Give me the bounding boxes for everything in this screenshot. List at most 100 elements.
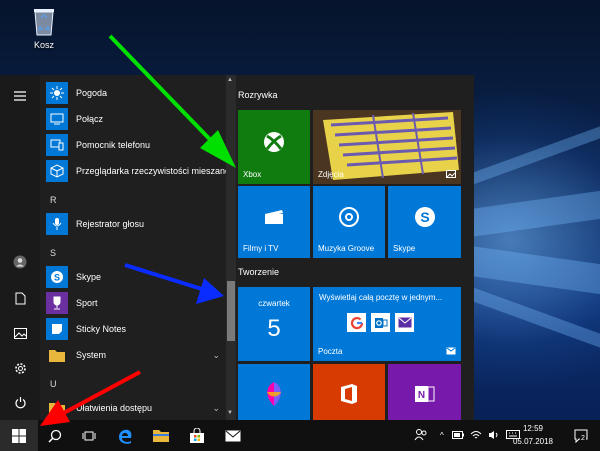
app-item-label: System (76, 350, 107, 360)
tile-skype[interactable]: S Skype (388, 186, 461, 258)
folder-icon (46, 397, 68, 419)
app-item-label: Pogoda (76, 88, 108, 98)
action-center-button[interactable]: 2 (566, 420, 596, 451)
phone-companion-icon (46, 134, 68, 156)
paint-3d-icon (262, 380, 286, 410)
app-item-label: Rejestrator głosu (76, 219, 145, 229)
outlook-icon (371, 313, 390, 332)
mixed-reality-icon (46, 160, 68, 182)
tile-onenote[interactable]: N (388, 364, 461, 420)
yahoo-mail-icon (395, 313, 414, 332)
sport-icon (46, 292, 68, 314)
clock-time: 12:59 (522, 424, 544, 433)
tile-group-title-rozrywka[interactable]: Rozrywka (238, 90, 278, 100)
app-item-sport[interactable]: Sport (46, 290, 226, 316)
chevron-down-icon[interactable]: ⌄ (212, 403, 220, 414)
app-item-rejestrator-glosu[interactable]: Rejestrator głosu (46, 211, 226, 237)
tile-group-title-tworzenie[interactable]: Tworzenie (238, 267, 279, 277)
tile-label: Poczta (318, 347, 343, 356)
hamburger-icon (14, 91, 26, 101)
tile-poczta[interactable]: Wyświetlaj całą pocztę w jednym... Poczt… (313, 287, 461, 361)
tile-filmy-i-tv[interactable]: Filmy i TV (238, 186, 310, 258)
start-rail (0, 75, 40, 420)
app-item-system[interactable]: System ⌄ (46, 342, 226, 368)
weather-icon (46, 82, 68, 104)
tile-label: Skype (393, 244, 416, 253)
volume-icon[interactable] (488, 430, 500, 442)
task-view-button[interactable] (72, 420, 106, 451)
store-icon (190, 427, 204, 443)
app-item-polacz[interactable]: Połącz (46, 106, 226, 132)
people-icon[interactable] (414, 428, 428, 444)
tile-muzyka-groove[interactable]: Muzyka Groove (313, 186, 385, 258)
system-tray: ^ (414, 420, 520, 451)
mail-icon (225, 430, 241, 441)
user-account-button[interactable] (0, 247, 40, 277)
search-button[interactable] (38, 420, 72, 451)
document-icon (15, 292, 25, 304)
store-button[interactable] (180, 420, 214, 451)
sticky-notes-icon (46, 318, 68, 340)
app-item-label: Połącz (76, 114, 104, 124)
office-icon (339, 383, 359, 407)
app-item-skype[interactable]: S Skype (46, 264, 226, 290)
chevron-up-icon[interactable]: ^ (440, 431, 444, 440)
app-item-mixed-reality-viewer[interactable]: Przeglądarka rzeczywistości mieszanej (46, 158, 232, 184)
section-letter-s[interactable]: S (50, 248, 56, 258)
documents-button[interactable] (0, 283, 40, 313)
tile-office[interactable] (313, 364, 385, 420)
movies-tv-icon (264, 209, 284, 227)
voice-recorder-icon (46, 213, 68, 235)
pictures-button[interactable] (0, 318, 40, 348)
tile-label: Xbox (243, 170, 262, 179)
expand-menu-button[interactable] (0, 81, 40, 111)
app-item-label: Przeglądarka rzeczywistości mieszanej (76, 166, 233, 176)
scrollbar-thumb[interactable] (227, 281, 235, 341)
calendar-day-name: czwartek (258, 299, 290, 308)
user-icon (13, 255, 27, 269)
file-explorer-button[interactable] (144, 420, 178, 451)
start-button[interactable] (0, 420, 38, 451)
edge-icon (119, 429, 132, 444)
clock-date: 05.07.2018 (512, 437, 554, 446)
app-item-pomocnik-telefonu[interactable]: Pomocnik telefonu (46, 132, 226, 158)
recycle-bin-icon (32, 6, 56, 36)
mail-button[interactable] (216, 420, 250, 451)
section-letter-u[interactable]: U (50, 379, 57, 389)
app-item-label: Skype (76, 272, 102, 282)
power-button[interactable] (0, 387, 40, 417)
tile-paint-3d[interactable] (238, 364, 310, 420)
settings-button[interactable] (0, 353, 40, 383)
tile-xbox[interactable]: Xbox (238, 110, 310, 184)
edge-button[interactable] (108, 420, 142, 451)
calendar-day-number: 5 (267, 315, 281, 342)
mail-tile-headline: Wyświetlaj całą pocztę w jednym... (319, 293, 443, 302)
svg-text:N: N (417, 390, 424, 401)
file-explorer-icon (153, 430, 169, 442)
app-list-scrollbar[interactable]: ▲ ▼ (226, 75, 236, 420)
app-item-label: Sticky Notes (76, 324, 127, 334)
scroll-up-arrow-icon[interactable]: ▲ (227, 77, 233, 83)
search-icon (48, 429, 62, 443)
wallpaper-beam (470, 190, 600, 238)
chevron-down-icon[interactable]: ⌄ (212, 350, 220, 361)
tile-kalendarz[interactable]: czwartek 5 (238, 287, 310, 361)
windows-logo-icon (12, 428, 26, 443)
app-item-label: Pomocnik telefonu (76, 140, 151, 150)
battery-icon[interactable] (451, 430, 464, 441)
wallpaper-beam (470, 286, 600, 348)
app-item-ulatwienia-dostepu[interactable]: Ułatwienia dostępu ⌄ (46, 395, 226, 421)
scroll-down-arrow-icon[interactable]: ▼ (227, 410, 233, 416)
recycle-bin[interactable]: Kosz (22, 6, 66, 50)
tile-zdjecia[interactable]: Zdjęcia (313, 110, 461, 184)
app-list: Pogoda Połącz Pomocnik telefonu Przegląd… (40, 75, 232, 421)
app-item-sticky-notes[interactable]: Sticky Notes (46, 316, 226, 342)
section-letter-r[interactable]: R (50, 195, 57, 205)
live-tile-photo-badge-icon (446, 170, 456, 178)
gear-icon (14, 362, 26, 374)
power-icon (14, 396, 26, 408)
app-item-pogoda[interactable]: Pogoda (46, 80, 226, 106)
network-icon[interactable] (470, 430, 482, 442)
taskbar-clock[interactable]: 12:59 05.07.2018 (508, 422, 558, 448)
app-item-label: Ułatwienia dostępu (76, 403, 153, 413)
